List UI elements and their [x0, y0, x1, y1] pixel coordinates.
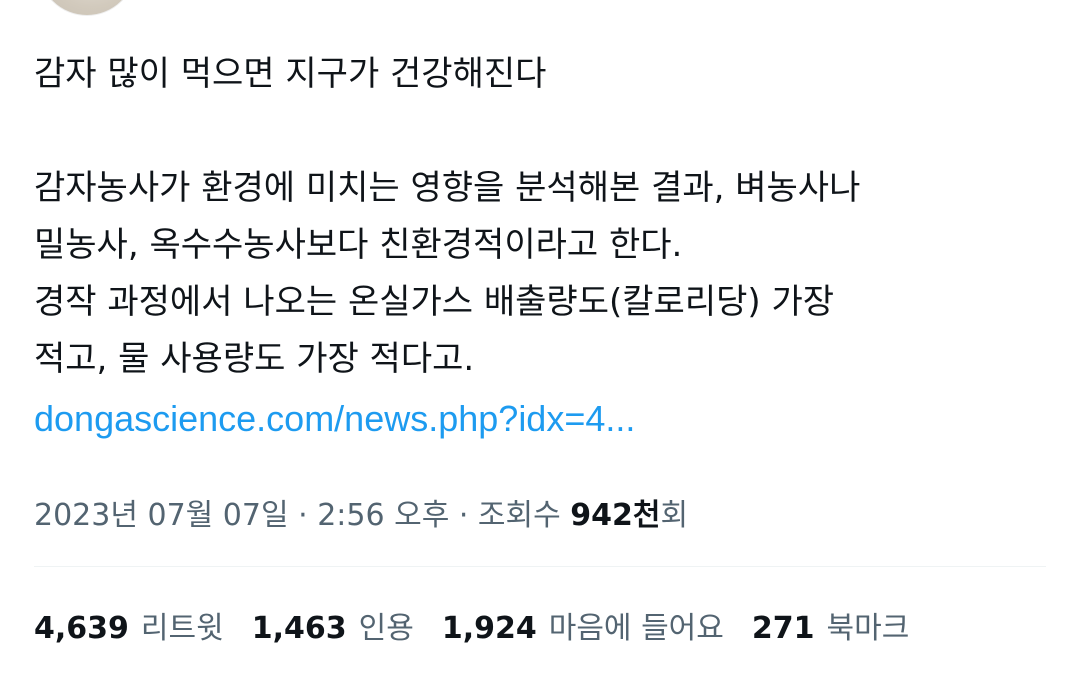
tweet-body-line: 적고, 물 사용량도 가장 적다고.	[34, 339, 475, 379]
meta-separator: ·	[288, 498, 318, 533]
likes-label: 마음에 들어요	[548, 611, 724, 646]
likes-stat[interactable]: 1,924 마음에 들어요	[442, 603, 724, 647]
quotes-count: 1,463	[251, 611, 347, 646]
tweet-body-line: 밀농사, 옥수수농사보다 친환경적이라고 한다.	[34, 225, 683, 265]
paragraph-break	[34, 103, 1044, 160]
views-count: 942천	[570, 498, 661, 533]
tweet-body-line: 경작 과정에서 나오는 온실가스 배출량도(칼로리당) 가장	[34, 282, 835, 322]
bookmarks-label: 북마크	[826, 611, 910, 646]
quotes-stat[interactable]: 1,463 인용	[252, 603, 414, 647]
bookmarks-stat[interactable]: 271 북마크	[752, 603, 909, 647]
retweets-count: 4,639	[34, 611, 129, 646]
tweet-headline: 감자 많이 먹으면 지구가 건강해진다	[34, 54, 547, 94]
avatar[interactable]	[38, 0, 136, 16]
meta-separator: ·	[449, 498, 478, 533]
retweets-stat[interactable]: 4,639 리트윗	[34, 603, 224, 647]
views-label: 조회수	[477, 498, 571, 533]
tweet-text: 감자 많이 먹으면 지구가 건강해진다 감자농사가 환경에 미치는 영향을 분석…	[34, 46, 1044, 447]
tweet-date[interactable]: 2023년 07월 07일	[34, 498, 289, 533]
engagement-stats: 4,639 리트윗 1,463 인용 1,924 마음에 들어요 271 북마크	[34, 603, 909, 647]
views-suffix: 회	[660, 498, 689, 533]
tweet-body-line: 감자농사가 환경에 미치는 영향을 분석해본 결과, 벼농사나	[34, 168, 861, 208]
tweet-time[interactable]: 2:56 오후	[317, 498, 449, 533]
quotes-label: 인용	[358, 611, 414, 646]
bookmarks-count: 271	[751, 611, 815, 646]
retweets-label: 리트윗	[140, 611, 224, 646]
tweet-meta: 2023년 07월 07일 · 2:56 오후 · 조회수 942천회	[34, 490, 688, 534]
likes-count: 1,924	[441, 611, 537, 646]
article-link[interactable]: dongascience.com/news.php?idx=4...	[34, 390, 1044, 447]
divider	[34, 566, 1046, 567]
